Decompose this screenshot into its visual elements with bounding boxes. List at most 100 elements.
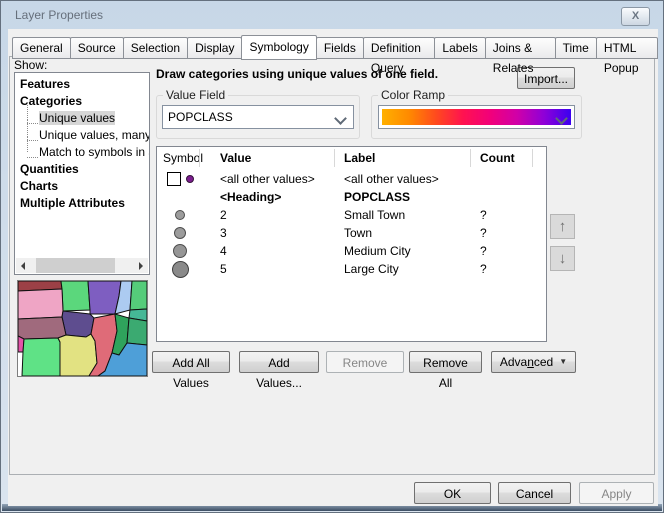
value-rows: <all other values> <all other values><Hea… (157, 170, 546, 278)
map-region-michigan (130, 281, 147, 310)
tree-item-multiple-attributes[interactable]: Multiple Attributes (15, 195, 149, 212)
tab-selection[interactable]: Selection (123, 37, 188, 59)
tab-definition-query[interactable]: Definition Query (363, 37, 436, 59)
cancel-button[interactable]: Cancel (498, 482, 571, 504)
symbol-dot-icon (175, 210, 185, 220)
value-list[interactable]: Symbol Value Label Count <all other valu… (156, 146, 547, 342)
advanced-label: Advanced (500, 352, 553, 372)
map-region-south-dakota (18, 289, 63, 319)
value-cell: 4 (220, 242, 227, 260)
tab-time[interactable]: Time (555, 37, 597, 59)
tree-horizontal-scrollbar[interactable] (16, 258, 148, 273)
label-cell: Large City (344, 260, 399, 278)
tree-item-match-to-symbols-in-a[interactable]: Match to symbols in a (15, 144, 149, 161)
tab-display[interactable]: Display (187, 37, 242, 59)
label-cell: Medium City (344, 242, 411, 260)
column-separator (470, 149, 471, 167)
value-field-dropdown[interactable]: POPCLASS (162, 105, 354, 129)
scroll-thumb[interactable] (36, 258, 115, 273)
value-cell: 3 (220, 224, 227, 242)
table-row[interactable]: 2Small Town? (157, 206, 546, 224)
table-row[interactable]: <Heading>POPCLASS (157, 188, 546, 206)
tree-connector (27, 131, 38, 141)
count-cell: ? (480, 260, 487, 278)
table-row[interactable]: <all other values> <all other values> (157, 170, 546, 188)
count-cell: ? (480, 206, 487, 224)
tree-item-label: Multiple Attributes (20, 196, 125, 210)
symbol-dot-icon (174, 227, 186, 239)
tree-item-label: Unique values, many (39, 128, 150, 142)
tree-item-charts[interactable]: Charts (15, 178, 149, 195)
column-value: Value (220, 147, 251, 169)
color-ramp-group: Color Ramp (371, 95, 582, 139)
map-region-nebraska (18, 317, 66, 339)
dialog-body: GeneralSourceSelectionDisplaySymbologyFi… (8, 29, 658, 506)
tree-item-features[interactable]: Features (15, 76, 149, 93)
tree-item-categories[interactable]: Categories (15, 93, 149, 110)
tree-item-quantities[interactable]: Quantities (15, 161, 149, 178)
count-cell: ? (480, 242, 487, 260)
titlebar[interactable]: Layer Properties X (2, 2, 662, 29)
symbology-map-preview (17, 280, 148, 377)
table-row[interactable]: 4 Medium City? (157, 242, 546, 260)
table-row[interactable]: 5 Large City? (157, 260, 546, 278)
map-region-minnesota (61, 281, 90, 311)
ok-button[interactable]: OK (414, 482, 491, 504)
tree-connector (27, 114, 38, 124)
symbol-cell (159, 224, 201, 242)
advanced-button[interactable]: Advanced ▼ (491, 351, 576, 373)
tree-item-unique-values-many[interactable]: Unique values, many (15, 127, 149, 144)
symbol-dot-icon (186, 175, 194, 183)
map-region-missouri (58, 334, 97, 376)
apply-button: Apply (579, 482, 654, 504)
color-ramp-dropdown[interactable] (378, 105, 575, 129)
tab-html-popup[interactable]: HTML Popup (596, 37, 658, 59)
close-icon[interactable]: X (621, 7, 650, 26)
label-cell: Town (344, 224, 372, 242)
tree-item-label: Categories (20, 94, 82, 108)
tab-joins-relates[interactable]: Joins & Relates (485, 37, 556, 59)
tab-general[interactable]: General (12, 37, 71, 59)
value-list-header: Symbol Value Label Count (157, 147, 546, 169)
tab-symbology[interactable]: Symbology (241, 35, 316, 60)
column-separator (199, 149, 200, 167)
map-preview-svg (18, 281, 147, 376)
layer-properties-window: Layer Properties X GeneralSourceSelectio… (0, 0, 664, 513)
symbol-cell (159, 170, 201, 188)
scroll-right-icon[interactable] (139, 262, 143, 270)
tab-source[interactable]: Source (70, 37, 124, 59)
label-cell: <all other values> (344, 170, 439, 188)
chevron-down-icon (334, 112, 347, 125)
add-values-button[interactable]: Add Values... (239, 351, 319, 373)
tab-strip: GeneralSourceSelectionDisplaySymbologyFi… (13, 35, 658, 59)
tree-item-label: Features (20, 77, 70, 91)
table-row[interactable]: 3Town? (157, 224, 546, 242)
show-tree[interactable]: Features Categories Unique valuesUnique va… (14, 72, 150, 275)
map-region-kansas (22, 338, 60, 376)
symbol-dot-icon (173, 244, 187, 258)
tree-item-unique-values[interactable]: Unique values (15, 110, 149, 127)
move-down-button[interactable]: ↓ (550, 246, 575, 271)
symbol-cell (159, 206, 201, 224)
value-cell: 2 (220, 206, 227, 224)
tree-item-label: Charts (20, 179, 58, 193)
tab-labels[interactable]: Labels (434, 37, 485, 59)
add-all-values-button[interactable]: Add All Values (152, 351, 230, 373)
label-cell: POPCLASS (344, 188, 410, 206)
column-separator (532, 149, 533, 167)
show-tree-items: Features Categories Unique valuesUnique va… (15, 73, 149, 212)
remove-all-button[interactable]: Remove All (409, 351, 482, 373)
map-region-east-green (127, 318, 147, 345)
show-label: Show: (14, 58, 47, 72)
column-label: Label (344, 147, 375, 169)
value-cell: 5 (220, 260, 227, 278)
window-title: Layer Properties (15, 8, 103, 22)
scroll-left-icon[interactable] (21, 262, 25, 270)
color-ramp-label: Color Ramp (378, 88, 448, 102)
tab-fields[interactable]: Fields (316, 37, 364, 59)
remove-button: Remove (326, 351, 404, 373)
move-up-button[interactable]: ↑ (550, 214, 575, 239)
visibility-checkbox[interactable] (167, 172, 181, 186)
value-field-label: Value Field (163, 88, 228, 102)
value-cell: <all other values> (220, 170, 315, 188)
